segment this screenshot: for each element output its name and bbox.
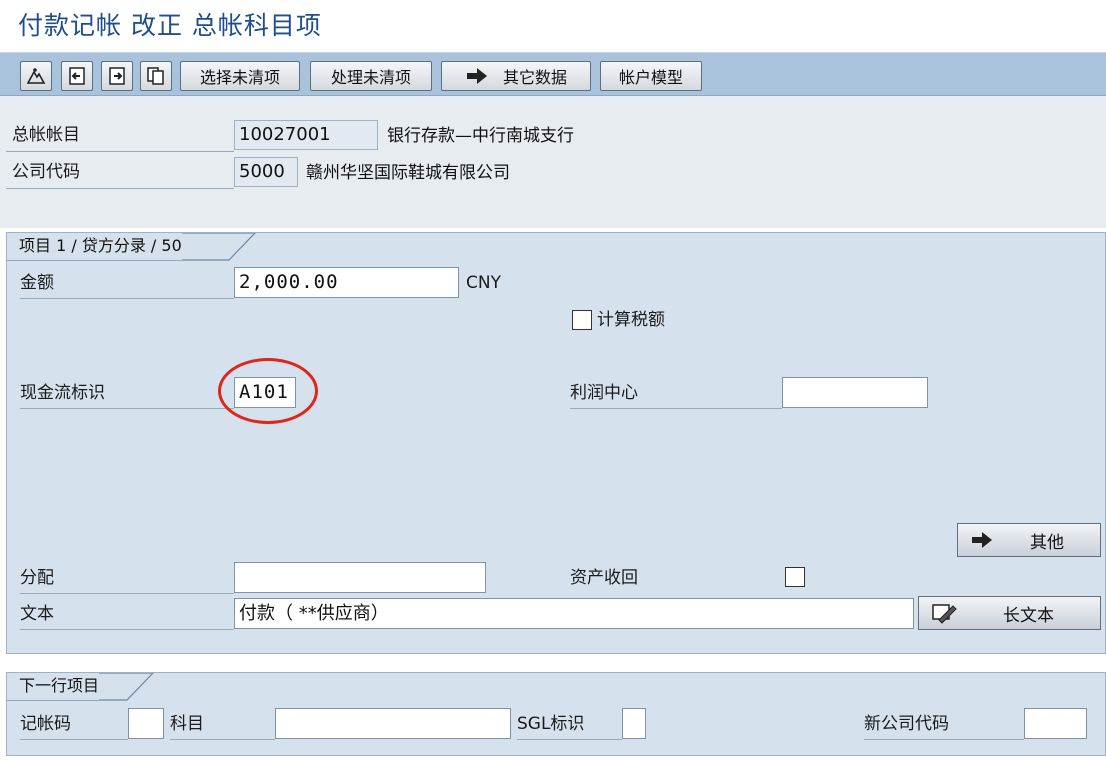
next-item-icon[interactable] [101, 61, 133, 91]
long-text-button-label: 长文本 [1003, 605, 1054, 626]
select-open-items-label: 选择未清项 [199, 68, 280, 87]
pencil-note-icon [932, 604, 957, 624]
cash-flow-input[interactable]: A101 [234, 377, 296, 408]
item-group-title: 项目 1 / 贷方分录 / 50 [7, 233, 182, 260]
asset-retirement-checkbox[interactable] [785, 567, 805, 587]
amount-input[interactable]: 2,000.00 [234, 267, 459, 298]
text-label: 文本 [20, 599, 234, 630]
window-title: 付款记帐 改正 总帐科目项 [18, 11, 322, 40]
amount-label: 金额 [20, 268, 234, 299]
long-text-button[interactable]: 长文本 [918, 596, 1101, 630]
arrow-right-icon [466, 68, 487, 84]
new-company-code-input[interactable] [1024, 708, 1087, 739]
more-button-label: 其他 [1030, 532, 1064, 553]
select-open-items-button[interactable]: 选择未清项 [180, 61, 300, 91]
previous-item-icon[interactable] [61, 61, 93, 91]
other-data-button[interactable]: 其它数据 [441, 61, 591, 91]
sgl-indicator-label: SGL标识 [517, 709, 622, 740]
process-open-items-button[interactable]: 处理未清项 [310, 61, 432, 91]
gl-account-value[interactable]: 10027001 [234, 120, 378, 150]
process-open-items-label: 处理未清项 [330, 68, 411, 87]
gl-account-label: 总帐帐目 [6, 119, 234, 152]
mountain-icon[interactable] [20, 61, 52, 91]
account-model-label: 帐户模型 [618, 68, 683, 87]
account-input[interactable] [275, 708, 511, 739]
account-label: 科目 [170, 709, 275, 740]
next-item-group-title: 下一行项目 [7, 673, 100, 700]
gl-account-description: 银行存款—中行南城支行 [387, 126, 574, 146]
posting-key-label: 记帐码 [20, 709, 128, 740]
company-code-description: 赣州华坚国际鞋城有限公司 [306, 163, 510, 183]
sgl-indicator-input[interactable] [622, 708, 646, 739]
assignment-input[interactable] [234, 562, 486, 593]
title-bar: 付款记帐 改正 总帐科目项 [0, 0, 1106, 52]
profit-center-input[interactable] [782, 377, 928, 408]
assignment-label: 分配 [20, 563, 234, 594]
copy-icon[interactable] [140, 61, 172, 91]
other-data-label: 其它数据 [502, 68, 567, 87]
company-code-label: 公司代码 [6, 156, 234, 189]
application-toolbar: 选择未清项 处理未清项 其它数据 帐户模型 [0, 52, 1106, 96]
account-model-button[interactable]: 帐户模型 [600, 61, 702, 91]
company-code-value[interactable]: 5000 [234, 157, 298, 187]
arrow-right-icon [972, 532, 992, 548]
currency-text: CNY [466, 273, 501, 293]
more-button[interactable]: 其他 [957, 523, 1101, 557]
posting-key-input[interactable] [128, 708, 164, 739]
calc-tax-label: 计算税额 [597, 310, 665, 330]
asset-retirement-label: 资产收回 [570, 568, 638, 588]
profit-center-label: 利润中心 [570, 378, 782, 409]
cash-flow-label: 现金流标识 [20, 378, 234, 409]
text-input[interactable]: 付款（ **供应商） [234, 598, 914, 629]
new-company-code-label: 新公司代码 [864, 709, 1024, 740]
calc-tax-checkbox[interactable] [572, 310, 592, 330]
